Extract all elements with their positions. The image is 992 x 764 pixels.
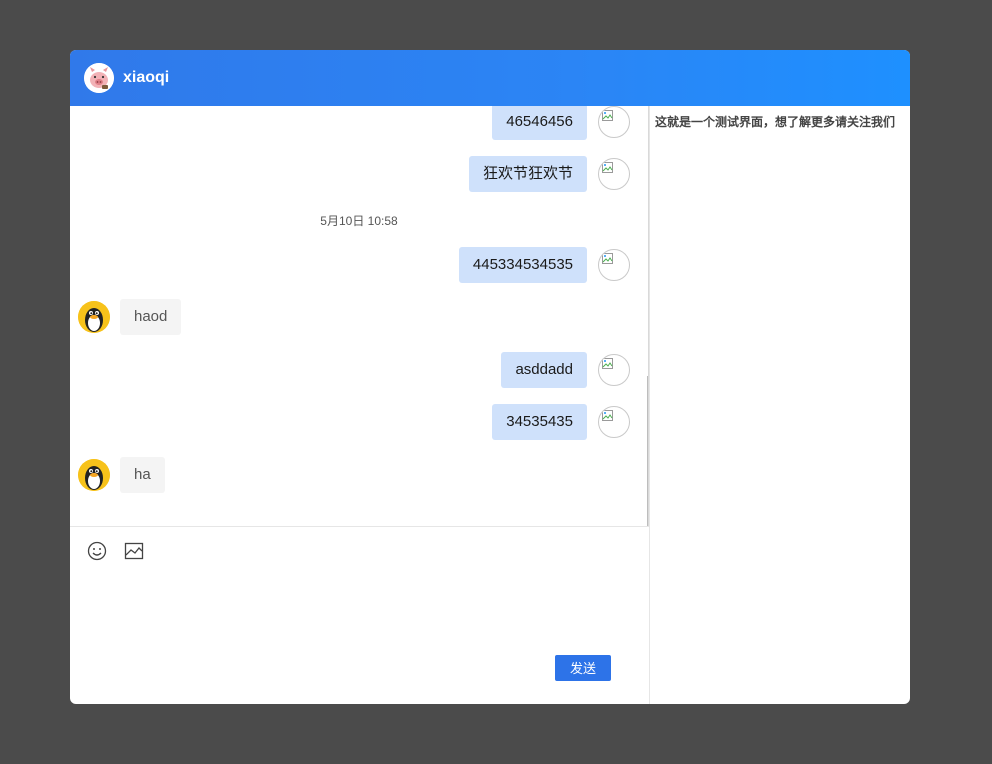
smiley-icon[interactable] (86, 540, 108, 562)
message-row: 狂欢节狂欢节 (468, 156, 630, 192)
peer-message-bubble[interactable]: ha (120, 457, 165, 493)
broken-image-icon (598, 158, 630, 190)
my-message-bubble[interactable]: 445334534535 (458, 247, 587, 283)
image-icon[interactable] (123, 540, 145, 562)
message-row: 46546456 (492, 106, 630, 140)
chat-header: xiaoqi (70, 50, 910, 106)
info-text: 这就是一个测试界面，想了解更多请关注我们 (655, 115, 896, 129)
my-message-bubble[interactable]: 46546456 (492, 106, 587, 140)
chat-window: xiaoqi 46546456 狂欢节狂欢节 5月10日 10:58 44533… (70, 50, 910, 704)
send-button[interactable]: 发送 (555, 655, 611, 681)
broken-image-icon (598, 354, 630, 386)
message-list[interactable]: 46546456 狂欢节狂欢节 5月10日 10:58 445334534535 (70, 106, 649, 526)
penguin-avatar-icon (78, 459, 110, 491)
my-message-bubble[interactable]: 狂欢节狂欢节 (468, 156, 587, 192)
broken-image-icon (598, 106, 630, 138)
broken-image-icon (598, 406, 630, 438)
message-row: asddadd (501, 352, 630, 388)
message-row: 34535435 (492, 404, 630, 440)
info-panel: 这就是一个测试界面，想了解更多请关注我们 (649, 106, 910, 704)
my-message-bubble[interactable]: 34535435 (492, 404, 587, 440)
message-row: 445334534535 (458, 247, 630, 283)
pig-avatar-icon (84, 63, 114, 93)
peer-message-bubble[interactable]: haod (120, 299, 182, 335)
message-timestamp: 5月10日 10:58 (320, 214, 398, 228)
message-row: ha (78, 457, 165, 493)
chat-title: xiaoqi (123, 69, 170, 86)
message-row: haod (78, 299, 182, 335)
message-input-area[interactable]: 发送 (70, 526, 649, 704)
my-message-bubble[interactable]: asddadd (501, 352, 587, 388)
scrollbar[interactable] (647, 376, 648, 526)
penguin-avatar-icon (78, 301, 110, 333)
broken-image-icon (598, 249, 630, 281)
